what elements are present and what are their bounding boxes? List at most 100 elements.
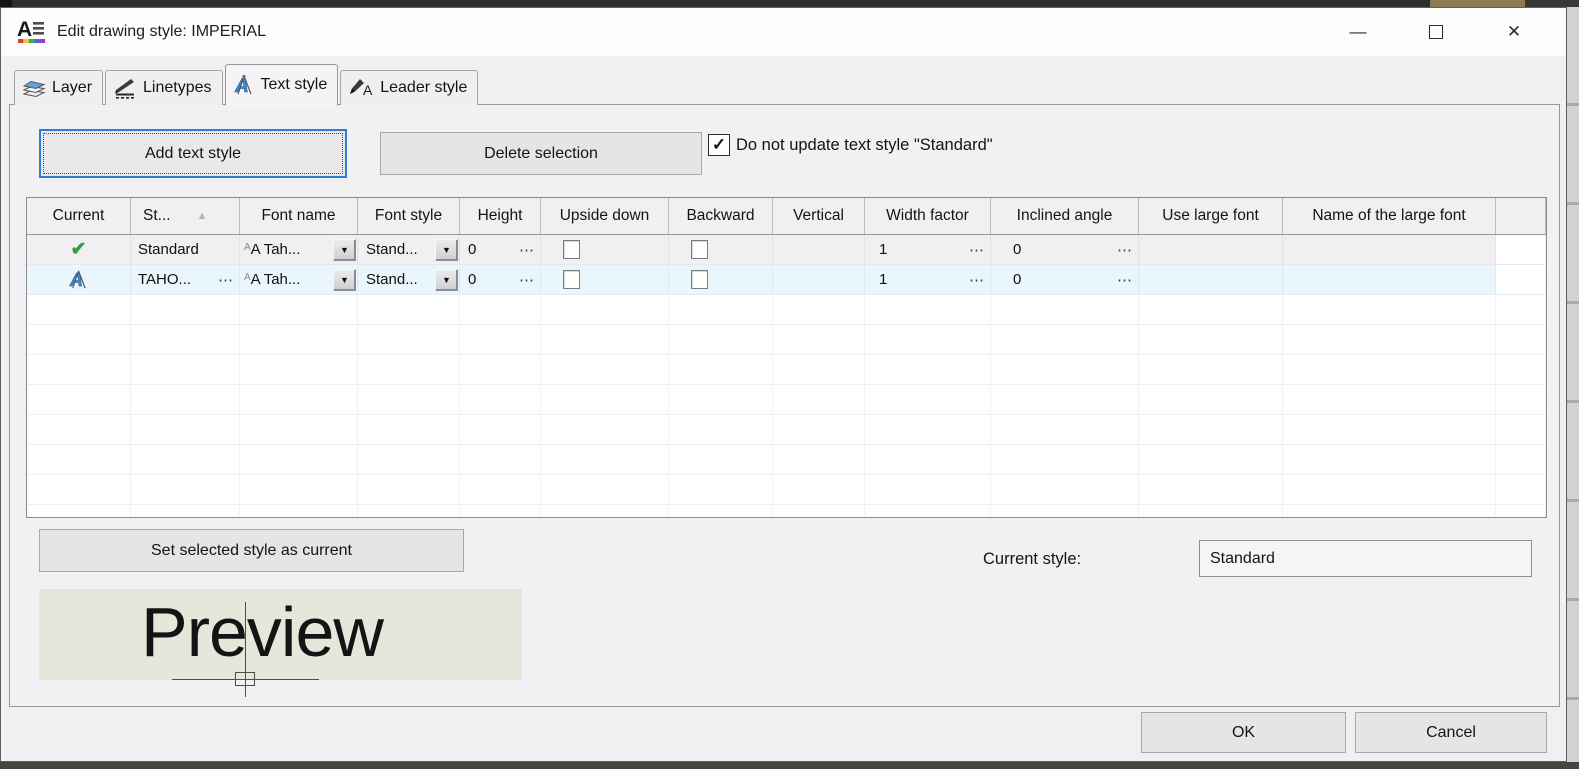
style-name-cell[interactable]: Standard (138, 241, 199, 258)
font-style-dropdown-button[interactable]: ▼ (435, 269, 458, 291)
preview-text: Preview (141, 597, 383, 667)
tab-bar: Layer Linetypes A Text style (14, 63, 480, 105)
text-style-row-icon: A (67, 268, 90, 291)
checkbox-check-icon: ✓ (712, 135, 726, 155)
title-bar[interactable]: A Edit drawing style: IMPERIAL — ✕ (1, 8, 1566, 56)
col-header-backward[interactable]: Backward (669, 198, 773, 234)
height-ellipsis-button[interactable]: ⋯ (519, 241, 535, 259)
table-header-row: Current St... ▲ Font name Font style Hei… (27, 198, 1546, 235)
large-font-name-cell[interactable] (1283, 235, 1496, 264)
truetype-font-icon: AA (244, 272, 261, 287)
height-ellipsis-button[interactable]: ⋯ (519, 271, 535, 289)
desktop-edge-top (0, 0, 1579, 7)
col-header-vertical[interactable]: Vertical (773, 198, 865, 234)
tab-linetypes[interactable]: Linetypes (105, 70, 223, 105)
desktop-edge-bottom (0, 762, 1579, 769)
font-style-dropdown-button[interactable]: ▼ (435, 239, 458, 261)
col-header-inclined-angle[interactable]: Inclined angle (991, 198, 1139, 234)
width-factor-cell[interactable]: 1 ⋯ (865, 265, 991, 294)
close-button[interactable]: ✕ (1479, 8, 1549, 56)
backward-checkbox[interactable] (691, 270, 708, 289)
dialog-title: Edit drawing style: IMPERIAL (57, 8, 266, 56)
table-empty-row (27, 505, 1546, 518)
leader-style-icon: A (347, 77, 375, 99)
backward-checkbox[interactable] (691, 240, 708, 259)
truetype-font-icon: AA (244, 242, 261, 257)
width-factor-ellipsis-button[interactable]: ⋯ (969, 271, 985, 289)
col-header-width-factor[interactable]: Width factor (865, 198, 991, 234)
do-not-update-checkbox[interactable]: ✓ (708, 134, 730, 156)
vertical-cell[interactable] (773, 265, 865, 294)
tab-label: Leader style (380, 79, 467, 97)
tab-label: Linetypes (143, 79, 212, 97)
current-style-label: Current style: (983, 542, 1081, 576)
table-empty-row (27, 475, 1546, 505)
col-header-use-large-font[interactable]: Use large font (1139, 198, 1283, 234)
layers-icon (21, 77, 47, 99)
font-name-cell[interactable]: AA Tah... ▼ (240, 235, 358, 264)
font-style-cell[interactable]: Stand... ▼ (358, 265, 460, 294)
table-empty-row (27, 325, 1546, 355)
col-header-font-style[interactable]: Font style (358, 198, 460, 234)
height-cell[interactable]: 0 ⋯ (460, 235, 541, 264)
large-font-name-cell[interactable] (1283, 265, 1496, 294)
tab-layer[interactable]: Layer (14, 70, 103, 105)
close-icon: ✕ (1507, 22, 1521, 42)
upside-down-checkbox[interactable] (563, 240, 580, 259)
font-name-cell[interactable]: AA Tah... ▼ (240, 265, 358, 294)
inclined-angle-ellipsis-button[interactable]: ⋯ (1117, 241, 1133, 259)
font-name-dropdown-button[interactable]: ▼ (333, 269, 356, 291)
set-selected-style-button[interactable]: Set selected style as current (39, 529, 464, 572)
crosshair-cursor-pickbox (235, 672, 255, 686)
current-style-field[interactable]: Standard (1199, 540, 1532, 577)
inclined-angle-ellipsis-button[interactable]: ⋯ (1117, 271, 1133, 289)
maximize-button[interactable] (1401, 8, 1471, 56)
delete-selection-button[interactable]: Delete selection (380, 132, 702, 175)
tab-text-style[interactable]: A Text style (225, 64, 339, 106)
use-large-font-cell[interactable] (1139, 235, 1283, 264)
add-text-style-button[interactable]: Add text style (39, 129, 347, 178)
width-factor-ellipsis-button[interactable]: ⋯ (969, 241, 985, 259)
table-row-tahoma[interactable]: A TAHO... ⋯ AA Tah... ▼ Stand... ▼ (27, 265, 1546, 295)
inclined-angle-cell[interactable]: 0 ⋯ (991, 235, 1139, 264)
vertical-cell[interactable] (773, 235, 865, 264)
col-header-current[interactable]: Current (27, 198, 131, 234)
width-factor-cell[interactable]: 1 ⋯ (865, 235, 991, 264)
preview-pane: Preview (39, 589, 522, 680)
height-cell[interactable]: 0 ⋯ (460, 265, 541, 294)
col-header-large-font-name[interactable]: Name of the large font (1283, 198, 1496, 234)
edit-drawing-style-dialog: A Edit drawing style: IMPERIAL — ✕ L (0, 7, 1567, 762)
svg-text:A: A (234, 76, 249, 97)
maximize-icon (1429, 25, 1443, 39)
table-row-standard[interactable]: ✔ Standard AA Tah... ▼ Stand... ▼ 0 ⋯ (27, 235, 1546, 265)
ok-button[interactable]: OK (1141, 712, 1346, 753)
col-header-font-name[interactable]: Font name (240, 198, 358, 234)
inclined-angle-cell[interactable]: 0 ⋯ (991, 265, 1139, 294)
table-empty-row (27, 385, 1546, 415)
cancel-button[interactable]: Cancel (1355, 712, 1547, 753)
font-name-dropdown-button[interactable]: ▼ (333, 239, 356, 261)
table-empty-row (27, 445, 1546, 475)
sort-ascending-icon: ▲ (197, 210, 208, 222)
svg-text:A: A (17, 18, 32, 41)
use-large-font-cell[interactable] (1139, 265, 1283, 294)
linetypes-icon (112, 77, 138, 99)
table-empty-row (27, 355, 1546, 385)
col-header-upside-down[interactable]: Upside down (541, 198, 669, 234)
upside-down-checkbox[interactable] (563, 270, 580, 289)
col-header-style-name[interactable]: St... ▲ (131, 198, 240, 234)
tab-leader-style[interactable]: A Leader style (340, 70, 478, 105)
style-name-cell[interactable]: TAHO... ⋯ (131, 265, 240, 294)
col-header-height[interactable]: Height (460, 198, 541, 234)
table-empty-area (27, 295, 1546, 518)
style-name-ellipsis-button[interactable]: ⋯ (218, 271, 234, 289)
do-not-update-checkbox-label[interactable]: Do not update text style "Standard" (736, 134, 993, 157)
table-empty-row (27, 415, 1546, 445)
svg-text:A: A (363, 82, 373, 98)
current-style-check-icon: ✔ (71, 238, 87, 261)
text-styles-table: Current St... ▲ Font name Font style Hei… (26, 197, 1547, 518)
minimize-button[interactable]: — (1323, 8, 1393, 56)
minimize-icon: — (1350, 22, 1367, 42)
font-style-cell[interactable]: Stand... ▼ (358, 235, 460, 264)
app-icon: A (17, 17, 47, 47)
